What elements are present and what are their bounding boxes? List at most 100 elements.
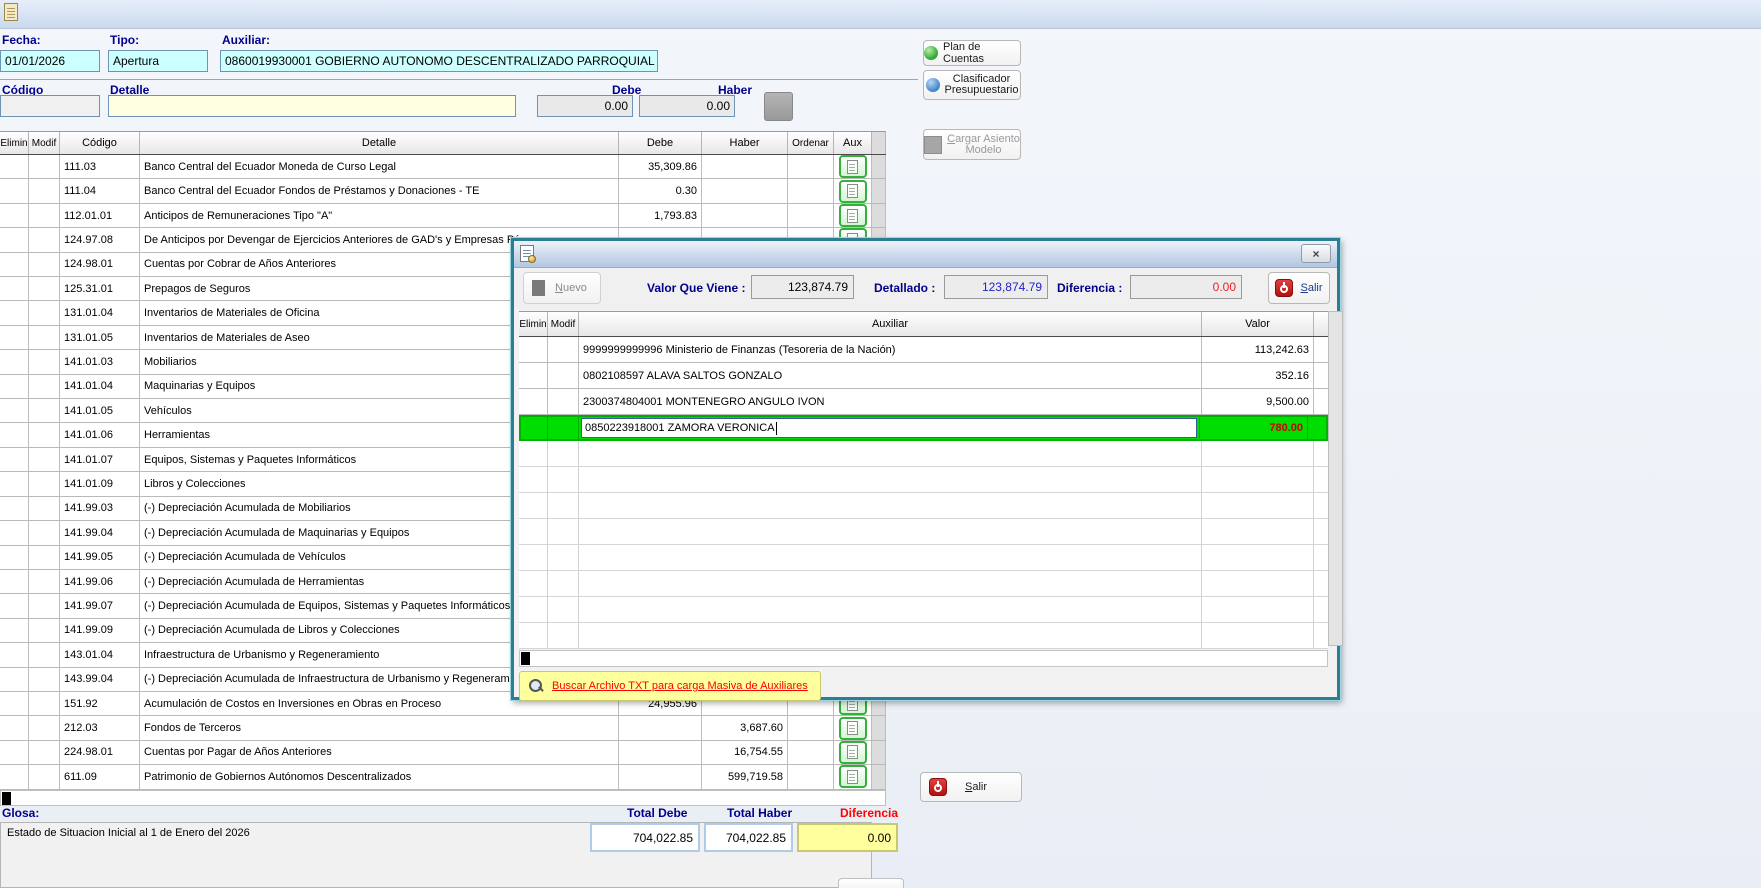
dialog-table-row[interactable]: 9999999999996 Ministerio de Finanzas (Te…	[519, 337, 1328, 363]
codigo-cell: 141.99.04	[60, 521, 140, 544]
auxiliares-dialog: × Nuevo Valor Que Viene : 123,874.79 Det…	[511, 238, 1340, 700]
tipo-input[interactable]: Apertura	[108, 50, 208, 72]
dialog-close-button[interactable]: ×	[1301, 244, 1331, 263]
haber-cell	[702, 204, 788, 227]
table-row[interactable]: 611.09Patrimonio de Gobiernos Autónomos …	[0, 765, 886, 789]
elimin-cell	[0, 546, 29, 569]
valor-cell: 9,500.00	[1202, 389, 1314, 414]
nuevo-button[interactable]: Nuevo	[523, 272, 601, 304]
debe-cell	[619, 765, 702, 788]
plan-de-cuentas-button[interactable]: Plan de Cuentas	[923, 40, 1021, 66]
ordenar-cell	[788, 765, 834, 788]
aux-button[interactable]	[839, 204, 867, 227]
diferencia-toolbar-field: 0.00	[1130, 275, 1242, 299]
modif-cell	[29, 326, 60, 349]
dialog-column-header-auxiliar[interactable]: Auxiliar	[579, 312, 1202, 336]
codigo-cell: 143.01.04	[60, 643, 140, 666]
table-row[interactable]: 111.04Banco Central del Ecuador Fondos d…	[0, 179, 886, 203]
modif-cell	[29, 668, 60, 691]
valor-cell: 113,242.63	[1202, 337, 1314, 362]
modif-cell	[29, 179, 60, 202]
dialog-hscroll[interactable]	[519, 650, 1328, 667]
modif-cell	[29, 521, 60, 544]
dialog-table-row[interactable]: 2300374804001 MONTENEGRO ANGULO IVON9,50…	[519, 389, 1328, 415]
column-header-haber[interactable]: Haber	[702, 132, 788, 154]
codigo-input[interactable]	[0, 95, 100, 117]
auxiliares-table: EliminModifAuxiliarValor9999999999996 Mi…	[519, 311, 1328, 649]
clasificador-presupuestario-button[interactable]: Clasificador Presupuestario	[923, 70, 1021, 100]
auxiliar-cell: 0850223918001 ZAMORA VERONICA	[579, 417, 1200, 439]
green-sphere-icon	[924, 46, 938, 60]
auxiliar-input[interactable]: 0860019930001 GOBIERNO AUTONOMO DESCENTR…	[220, 50, 658, 72]
aux-button[interactable]	[839, 155, 867, 178]
detalle-cell: Banco Central del Ecuador Fondos de Prés…	[140, 179, 619, 202]
debe-cell: 0.30	[619, 179, 702, 202]
codigo-cell: 112.01.01	[60, 204, 140, 227]
elimin-cell	[0, 619, 29, 642]
detalle-cell: Cuentas por Pagar de Años Anteriores	[140, 741, 619, 764]
dialog-vscrollbar[interactable]	[1328, 311, 1343, 646]
modif-cell	[29, 375, 60, 398]
codigo-cell: 212.03	[60, 716, 140, 739]
buscar-archivo-label: Buscar Archivo TXT para carga Masiva de …	[552, 680, 808, 692]
elimin-cell	[0, 423, 29, 446]
aux-button[interactable]	[839, 741, 867, 764]
haber-input[interactable]: 0.00	[639, 95, 735, 117]
detalle-input[interactable]	[108, 95, 516, 117]
aux-button[interactable]	[839, 180, 867, 203]
buscar-archivo-txt-button[interactable]: Buscar Archivo TXT para carga Masiva de …	[519, 671, 821, 701]
debe-input[interactable]: 0.00	[537, 95, 633, 117]
ordenar-cell	[788, 741, 834, 764]
nuevo-label: Nuevo	[555, 282, 587, 294]
modif-cell	[29, 692, 60, 715]
modif-cell	[29, 570, 60, 593]
dialog-column-header-modif[interactable]: Modif	[548, 312, 579, 336]
cargar-asiento-modelo-button[interactable]: Cargar Asiento Modelo	[923, 129, 1021, 160]
debe-cell	[619, 716, 702, 739]
dialog-table-row[interactable]: 0802108597 ALAVA SALTOS GONZALO352.16	[519, 363, 1328, 389]
codigo-cell: 141.01.04	[60, 375, 140, 398]
table-row[interactable]: 112.01.01Anticipos de Remuneraciones Tip…	[0, 204, 886, 228]
column-header-debe[interactable]: Debe	[619, 132, 702, 154]
table-row[interactable]: 212.03Fondos de Terceros3,687.60	[0, 716, 886, 740]
column-header-ordenar[interactable]: Ordenar	[788, 132, 834, 154]
dialog-salir-button[interactable]: Salir	[1268, 272, 1330, 304]
partial-bottom-button[interactable]	[838, 878, 904, 888]
modif-cell	[29, 546, 60, 569]
aux-button[interactable]	[839, 717, 867, 740]
main-salir-button[interactable]: Salir	[920, 772, 1022, 802]
modif-cell	[29, 448, 60, 471]
column-header-detalle[interactable]: Detalle	[140, 132, 619, 154]
codigo-cell: 111.04	[60, 179, 140, 202]
dialog-empty-row	[519, 441, 1328, 467]
elimin-cell	[0, 399, 29, 422]
codigo-cell: 141.01.07	[60, 448, 140, 471]
auxiliar-label: Auxiliar:	[222, 33, 270, 47]
elimin-cell	[0, 521, 29, 544]
dialog-active-row[interactable]: 0850223918001 ZAMORA VERONICA780.00	[519, 415, 1328, 441]
main-grid-hscroll[interactable]	[0, 790, 886, 806]
dialog-column-header-valor[interactable]: Valor	[1202, 312, 1314, 336]
detalle-cell: Patrimonio de Gobiernos Autónomos Descen…	[140, 765, 619, 788]
total-debe-label: Total Debe	[627, 806, 687, 820]
dialog-empty-row	[519, 545, 1328, 571]
elimin-cell	[0, 253, 29, 276]
column-header-modif[interactable]: Modif	[29, 132, 60, 154]
dialog-column-header-elimin[interactable]: Elimin	[519, 312, 548, 336]
elimin-cell	[0, 668, 29, 691]
valor-cell: 352.16	[1202, 363, 1314, 388]
aux-button[interactable]	[839, 765, 867, 788]
detallado-field: 123,874.79	[944, 275, 1048, 299]
codigo-cell: 141.99.03	[60, 497, 140, 520]
column-header-aux[interactable]: Aux	[834, 132, 872, 154]
aux-cell	[834, 204, 872, 227]
debe-cell: 1,793.83	[619, 204, 702, 227]
column-header-código[interactable]: Código	[60, 132, 140, 154]
table-row[interactable]: 111.03Banco Central del Ecuador Moneda d…	[0, 155, 886, 179]
table-row[interactable]: 224.98.01Cuentas por Pagar de Años Anter…	[0, 741, 886, 765]
clasificador-label: Clasificador Presupuestario	[945, 74, 1019, 96]
blank-gray-button[interactable]	[764, 92, 793, 121]
fecha-input[interactable]: 01/01/2026	[0, 50, 100, 72]
auxiliar-edit-input[interactable]: 0850223918001 ZAMORA VERONICA	[581, 418, 1197, 438]
column-header-elimin[interactable]: Elimin	[0, 132, 29, 154]
